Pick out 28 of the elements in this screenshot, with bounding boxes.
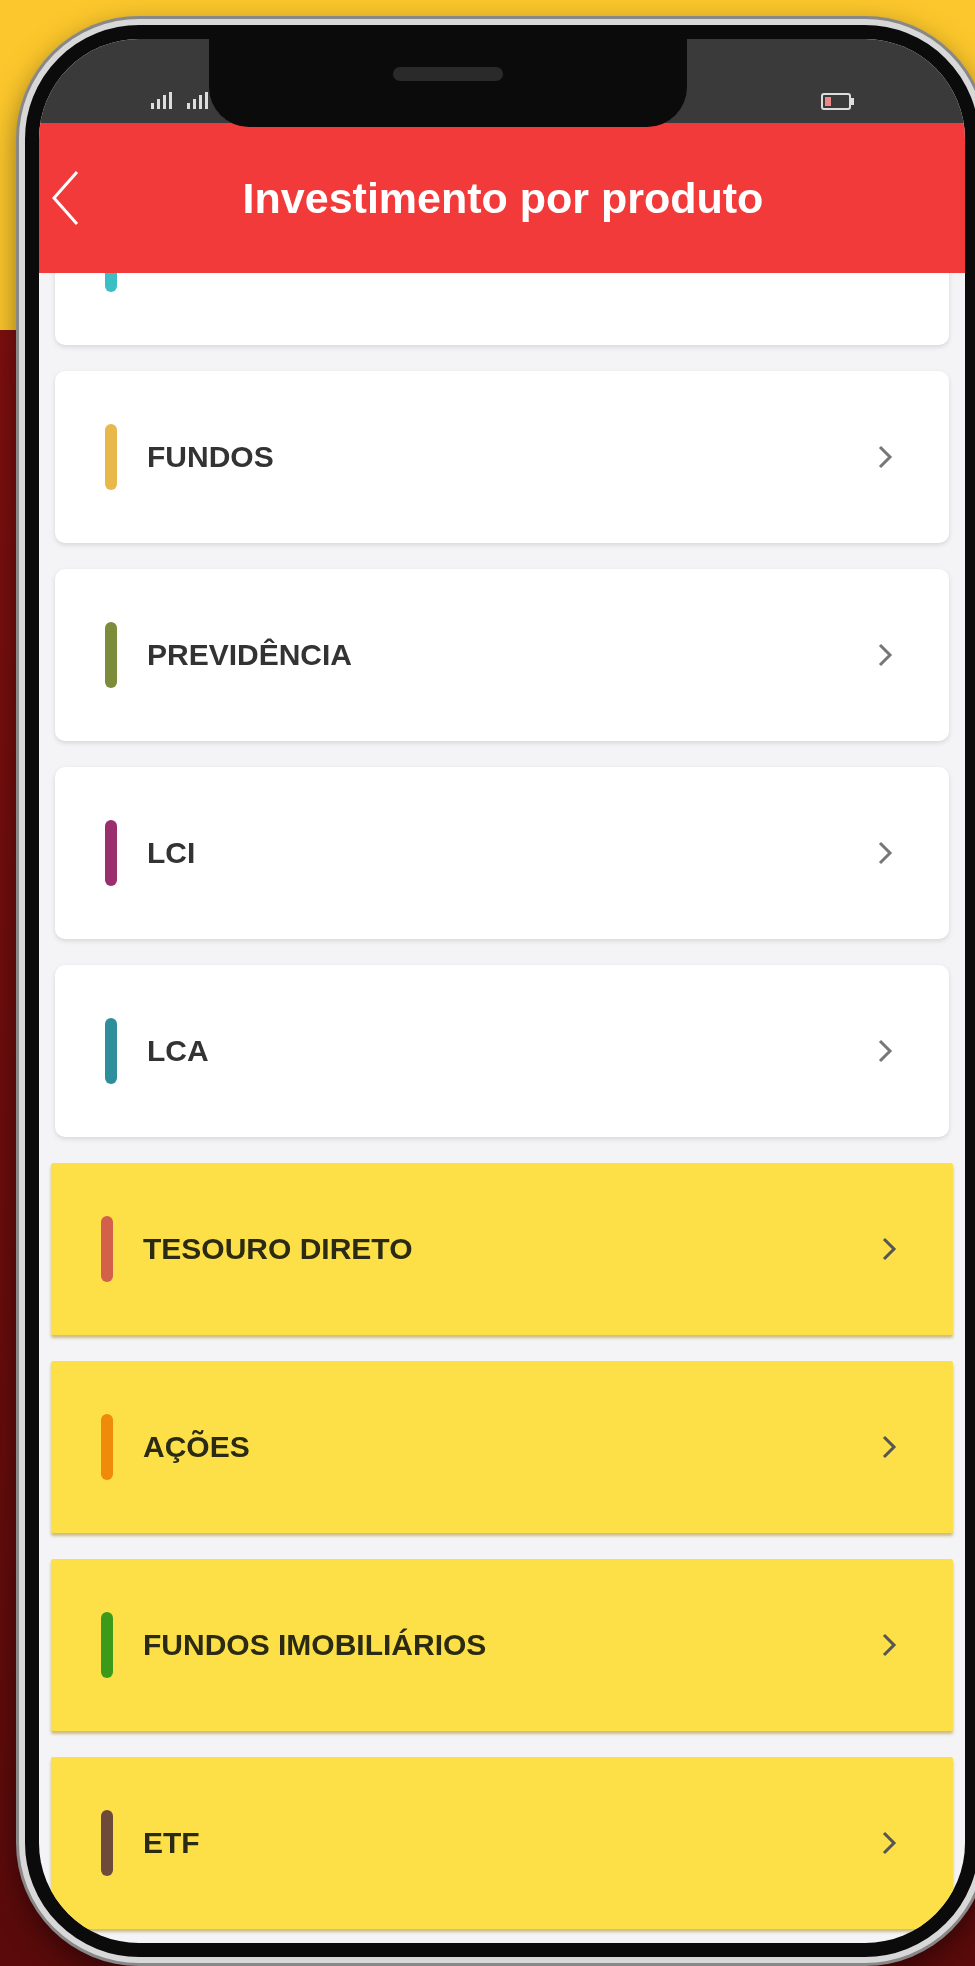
speaker-icon — [393, 67, 503, 81]
product-name: TESOURO DIRETO — [143, 1232, 413, 1266]
product-card[interactable]: LCA — [55, 965, 949, 1137]
chevron-right-icon — [877, 1038, 893, 1064]
product-name: PREVIDÊNCIA — [147, 638, 353, 672]
product-card[interactable]: FUNDOS IMOBILIÁRIOS — [51, 1559, 953, 1731]
product-card[interactable]: AÇÕES — [51, 1361, 953, 1533]
chevron-right-icon — [881, 1830, 897, 1856]
product-card[interactable]: LCI — [55, 767, 949, 939]
product-name: AÇÕES — [143, 1430, 250, 1464]
product-card[interactable]: ETF — [51, 1757, 953, 1929]
screen-title: Investimento por produto — [241, 173, 765, 223]
product-card[interactable]: FUNDOS — [55, 371, 949, 543]
chevron-right-icon — [877, 642, 893, 668]
product-name: FUNDOS IMOBILIÁRIOS — [143, 1628, 487, 1662]
battery-icon — [821, 91, 855, 111]
chevron-right-icon — [877, 840, 893, 866]
chevron-right-icon — [881, 1632, 897, 1658]
chevron-right-icon — [881, 1434, 897, 1460]
product-card[interactable]: PREVIDÊNCIA — [55, 569, 949, 741]
back-icon[interactable] — [51, 170, 81, 226]
chevron-right-icon — [881, 1236, 897, 1262]
product-name: FUNDOS — [147, 440, 274, 474]
product-card[interactable]: TESOURO DIRETO — [51, 1163, 953, 1335]
product-name: LCA — [147, 1034, 209, 1068]
product-name: LCI — [147, 836, 196, 870]
product-name: ETF — [143, 1826, 200, 1860]
chevron-right-icon — [877, 444, 893, 470]
